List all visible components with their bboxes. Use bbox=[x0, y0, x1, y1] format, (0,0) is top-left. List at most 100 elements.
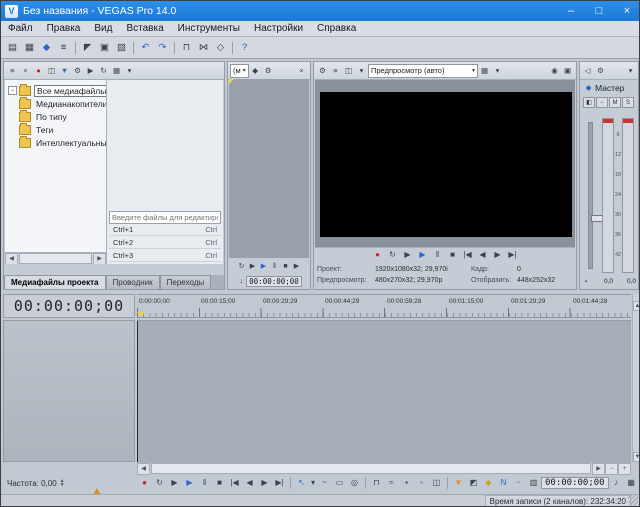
project-properties-icon[interactable]: ≡ bbox=[55, 40, 72, 56]
save-project-icon[interactable]: ◆ bbox=[38, 40, 55, 56]
tree-item-by-type[interactable]: По типу bbox=[5, 109, 106, 123]
scroll-left-icon[interactable]: ◀ bbox=[5, 252, 18, 264]
pause-icon[interactable]: ‖ bbox=[197, 477, 212, 490]
previous-frame-icon[interactable]: ◀ bbox=[475, 249, 490, 262]
split-screen-icon[interactable]: ◫ bbox=[342, 65, 355, 77]
tree-item-all-media[interactable]: − Все медиафайлы bbox=[5, 83, 106, 97]
auto-ripple-icon[interactable]: ≈ bbox=[384, 477, 399, 490]
trimmer-display[interactable] bbox=[229, 79, 309, 258]
trimmer-play-start-icon[interactable]: ▶ bbox=[247, 260, 258, 273]
scroll-right-icon[interactable]: ▶ bbox=[93, 252, 106, 264]
speaker-icon[interactable]: ◁ bbox=[581, 65, 594, 77]
menu-tools[interactable]: Инструменты bbox=[171, 23, 247, 34]
trimmer-settings-icon[interactable]: ⚙ bbox=[262, 65, 275, 77]
trimmer-close-icon[interactable]: × bbox=[295, 65, 308, 77]
downmix-button[interactable]: ◧ bbox=[583, 97, 595, 108]
spin-down-icon[interactable]: ▼ bbox=[60, 483, 65, 488]
menu-options[interactable]: Настройки bbox=[247, 23, 310, 34]
grid-dropdown-icon[interactable]: ▾ bbox=[491, 65, 504, 77]
media-file-list[interactable]: Ctrl+1 Ctrl Ctrl+2 Ctrl Ctrl+3 Ctrl bbox=[107, 80, 223, 264]
trimmer-pause-icon[interactable]: ‖ bbox=[269, 260, 280, 273]
paste-icon[interactable]: ▧ bbox=[113, 40, 130, 56]
split-event-icon[interactable]: ◫ bbox=[429, 477, 444, 490]
meter-options-icon[interactable]: ⚙ bbox=[594, 65, 607, 77]
grid-view-icon[interactable]: ▦ bbox=[624, 477, 639, 490]
extract-audio-icon[interactable]: ◫ bbox=[45, 65, 58, 77]
previous-frame-icon[interactable]: ◀ bbox=[242, 477, 257, 490]
selection-tool-icon[interactable]: ▭ bbox=[332, 477, 347, 490]
stop-icon[interactable]: ■ bbox=[212, 477, 227, 490]
capture-video-icon[interactable]: ● bbox=[32, 65, 45, 77]
scroll-thumb[interactable] bbox=[19, 253, 92, 264]
import-media-icon[interactable]: ▼ bbox=[58, 65, 71, 77]
normalize-icon[interactable]: N bbox=[496, 477, 511, 490]
menu-edit[interactable]: Правка bbox=[40, 23, 88, 34]
play-icon[interactable]: ▶ bbox=[415, 249, 430, 262]
preview-settings-icon[interactable]: ⚙ bbox=[316, 65, 329, 77]
trimmer-save-icon[interactable]: ◆ bbox=[249, 65, 262, 77]
resize-grip[interactable] bbox=[628, 495, 638, 505]
trimmer-loop-icon[interactable]: ↻ bbox=[236, 260, 247, 273]
insert-envelope-icon[interactable]: ~ bbox=[511, 477, 526, 490]
tree-item-smart-bins[interactable]: Интеллектуальные нак bbox=[5, 135, 106, 149]
tree-item-media-bins[interactable]: Медианакопители bbox=[5, 96, 106, 110]
trimmer-stop-icon[interactable]: ■ bbox=[280, 260, 291, 273]
tab-project-media[interactable]: Медиафайлы проекта bbox=[4, 275, 106, 289]
menu-help[interactable]: Справка bbox=[310, 23, 363, 34]
envelope-tool-icon[interactable]: ~ bbox=[317, 477, 332, 490]
track-list-area[interactable] bbox=[3, 320, 135, 462]
views-dropdown-icon[interactable]: ▾ bbox=[123, 65, 136, 77]
undo-icon[interactable]: ↶ bbox=[137, 40, 154, 56]
close-button[interactable]: × bbox=[613, 1, 639, 21]
tab-explorer[interactable]: Проводник bbox=[105, 275, 160, 289]
open-project-icon[interactable]: ▦ bbox=[21, 40, 38, 56]
metronome-icon[interactable]: ♪ bbox=[609, 477, 624, 490]
help-icon[interactable]: ? bbox=[236, 40, 253, 56]
loop-playback-icon[interactable]: ↻ bbox=[152, 477, 167, 490]
new-project-icon[interactable]: ▤ bbox=[4, 40, 21, 56]
stop-icon[interactable]: ■ bbox=[445, 249, 460, 262]
cut-icon[interactable]: ◤ bbox=[79, 40, 96, 56]
sync-cursor-icon[interactable]: ↓ bbox=[236, 275, 246, 288]
lock-envelopes-icon[interactable]: ▪ bbox=[399, 477, 414, 490]
enable-snapping-icon[interactable]: ⊓ bbox=[178, 40, 195, 56]
remove-media-icon[interactable]: × bbox=[19, 65, 32, 77]
menu-insert[interactable]: Вставка bbox=[119, 23, 170, 34]
trimmer-play-icon[interactable]: ▶ bbox=[258, 260, 269, 273]
play-from-start-icon[interactable]: ▶ bbox=[167, 477, 182, 490]
quantize-to-frames-icon[interactable]: ◇ bbox=[212, 40, 229, 56]
dim-button[interactable]: − bbox=[596, 97, 608, 108]
timeline-ruler[interactable]: 0:00:00;00 00:00:15;00 00:00:29;29 00:00… bbox=[137, 294, 631, 318]
ignore-grouping-icon[interactable]: ▫ bbox=[414, 477, 429, 490]
master-dropdown-icon[interactable]: ▾ bbox=[624, 65, 637, 77]
zoom-tool-icon[interactable]: ◎ bbox=[347, 477, 362, 490]
timeline-track-area[interactable] bbox=[137, 320, 631, 462]
auto-preview-icon[interactable]: ▶ bbox=[84, 65, 97, 77]
next-frame-icon[interactable]: ▶ bbox=[257, 477, 272, 490]
tree-horizontal-scrollbar[interactable]: ◀ ▶ bbox=[5, 252, 106, 264]
lock-icon[interactable]: ▪ bbox=[582, 275, 590, 288]
minimize-button[interactable]: – bbox=[557, 1, 585, 21]
media-fx-icon[interactable]: ⚙ bbox=[71, 65, 84, 77]
go-to-start-icon[interactable]: |◀ bbox=[227, 477, 242, 490]
snapshot-icon[interactable]: ▣ bbox=[561, 65, 574, 77]
scroll-up-icon[interactable]: ▲ bbox=[633, 301, 639, 311]
timeline-timecode-display[interactable]: 00:00:00;00 bbox=[3, 294, 135, 318]
mixer-icon[interactable]: ▥ bbox=[526, 477, 541, 490]
record-icon[interactable]: ● bbox=[370, 249, 385, 262]
rate-spinner[interactable]: ▲ ▼ bbox=[60, 479, 65, 488]
preview-grid-icon[interactable]: ▦ bbox=[478, 65, 491, 77]
enable-snapping-icon[interactable]: ⊓ bbox=[369, 477, 384, 490]
next-frame-icon[interactable]: ▶ bbox=[490, 249, 505, 262]
preview-quality-combo[interactable]: Предпросмотр (авто) ▾ bbox=[368, 63, 478, 78]
trimmer-history-combo[interactable]: (м ▾ bbox=[230, 63, 249, 78]
video-display[interactable] bbox=[320, 92, 572, 237]
play-from-start-icon[interactable]: ▶ bbox=[400, 249, 415, 262]
tree-item-tags[interactable]: Теги bbox=[5, 122, 106, 136]
loop-playback-icon[interactable]: ↻ bbox=[385, 249, 400, 262]
edit-tool-dropdown-icon[interactable]: ▾ bbox=[309, 477, 317, 490]
trimmer-timecode[interactable]: 00:00:00;00 bbox=[246, 275, 302, 287]
insert-marker-icon[interactable]: ▼ bbox=[451, 477, 466, 490]
timeline-vertical-scrollbar[interactable]: ▲ ▼ bbox=[632, 294, 639, 462]
go-to-end-icon[interactable]: ▶| bbox=[505, 249, 520, 262]
